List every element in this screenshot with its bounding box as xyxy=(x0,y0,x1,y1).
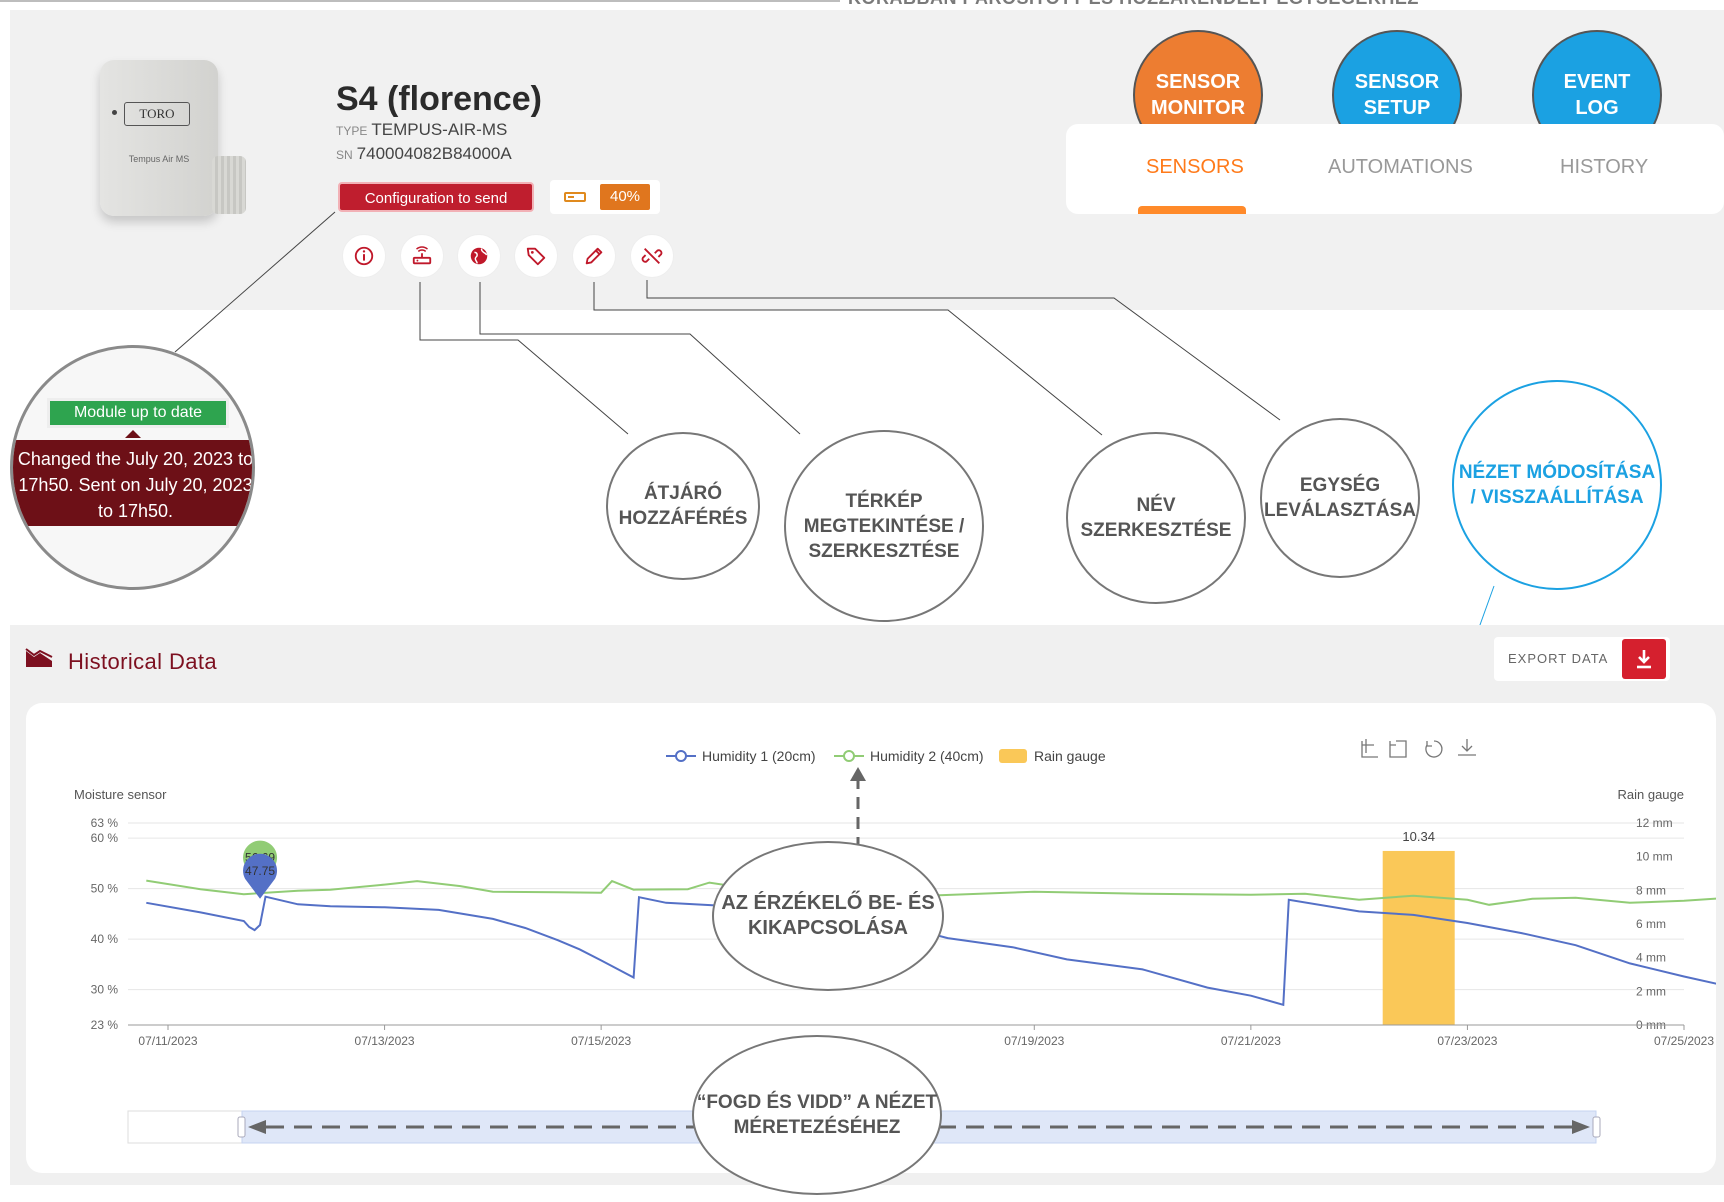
x-tick-label: 07/11/2023 xyxy=(138,1034,197,1048)
x-tick-label: 07/21/2023 xyxy=(1221,1034,1281,1048)
y-right-tick-label: 8 mm xyxy=(1636,883,1666,897)
legend[interactable]: Humidity 1 (20cm) Humidity 2 (40cm) Rain… xyxy=(666,748,1106,764)
y-right-tick-label: 10 mm xyxy=(1636,850,1673,864)
historical-data-title: Historical Data xyxy=(68,649,218,674)
y-left-tick-label: 63 % xyxy=(91,816,119,830)
annotation-name-edit: NÉV SZERKESZTÉSE xyxy=(1066,432,1246,604)
tooltip-text: Changed the July 20, 2023 to 17h50. Sent… xyxy=(13,440,252,526)
legend-marker-rain xyxy=(999,749,1027,763)
y-left-tick-label: 23 % xyxy=(91,1018,119,1032)
legend-humidity-1[interactable]: Humidity 1 (20cm) xyxy=(702,748,816,764)
y-right-tick-label: 6 mm xyxy=(1636,917,1666,931)
tooltip-zoom-bubble: Module up to date Changed the July 20, 2… xyxy=(10,345,255,590)
y-left-axis-title: Moisture sensor xyxy=(74,787,167,802)
y-left-tick-label: 50 % xyxy=(91,882,119,896)
y-right-tick-label: 4 mm xyxy=(1636,951,1666,965)
zoom-back-icon[interactable] xyxy=(1389,740,1407,758)
legend-marker-h2 xyxy=(843,750,855,762)
x-tick-label: 07/25/2023 xyxy=(1654,1034,1714,1048)
export-data-button[interactable] xyxy=(1622,639,1666,679)
download-icon xyxy=(1637,650,1651,669)
historical-data-panel: Historical Data EXPORT DATA 10.34 56.694… xyxy=(10,625,1724,1195)
y-left-tick-label: 40 % xyxy=(91,932,119,946)
x-tick-label: 07/19/2023 xyxy=(1004,1034,1064,1048)
module-status-badge: Module up to date xyxy=(47,398,229,428)
restore-icon[interactable] xyxy=(1425,740,1443,758)
annotation-sensor-toggle: AZ ÉRZÉKELŐ BE- ÉS KIKAPCSOLÁSA xyxy=(712,841,944,991)
rain-bar-label: 10.34 xyxy=(1402,829,1435,844)
rain-gauge-bar xyxy=(1382,850,1455,1025)
annotation-map-view-edit: TÉRKÉP MEGTEKINTÉSE / SZERKESZTÉSE xyxy=(784,430,984,622)
y-left-tick-label: 30 % xyxy=(91,983,119,997)
slider-handle-right[interactable] xyxy=(1592,1116,1601,1138)
y-left-tick-label: 60 % xyxy=(91,831,119,845)
legend-marker-h1 xyxy=(675,750,687,762)
annotation-view-reset: NÉZET MÓDOSÍTÁSA / VISSZAÁLLÍTÁSA xyxy=(1452,380,1662,590)
annotation-unit-unlink: EGYSÉG LEVÁLASZTÁSA xyxy=(1260,418,1420,578)
annotation-gateway-access: ÁTJÁRÓ HOZZÁFÉRÉS xyxy=(606,432,760,580)
x-tick-label: 07/23/2023 xyxy=(1437,1034,1497,1048)
chart-card: 10.34 56.6947.7545.6225.87 Moisture sens… xyxy=(26,703,1716,1195)
zoom-in-icon[interactable] xyxy=(1361,739,1378,758)
y-right-tick-label: 2 mm xyxy=(1636,984,1666,998)
toggle-arrow xyxy=(850,767,866,847)
bar-layer: 10.34 xyxy=(1382,829,1455,1025)
legend-humidity-2[interactable]: Humidity 2 (40cm) xyxy=(870,748,984,764)
legend-rain-gauge[interactable]: Rain gauge xyxy=(1034,748,1106,764)
annotation-drag-resize: “FOGD ÉS VIDD” A NÉZET MÉRETEZÉSÉHEZ xyxy=(692,1035,942,1195)
y-right-axis-title: Rain gauge xyxy=(1618,787,1685,802)
y-right-tick-label: 12 mm xyxy=(1636,816,1673,830)
chart-area-icon xyxy=(25,648,53,667)
export-data-control[interactable]: EXPORT DATA xyxy=(1494,637,1670,681)
save-image-icon[interactable] xyxy=(1458,739,1476,756)
export-data-label[interactable]: EXPORT DATA xyxy=(1508,637,1608,681)
x-tick-label: 07/13/2023 xyxy=(355,1034,415,1048)
tooltip-arrow xyxy=(125,430,141,438)
x-tick-label: 07/15/2023 xyxy=(571,1034,631,1048)
chart-toolbox xyxy=(1361,739,1476,758)
slider-handle-left[interactable] xyxy=(237,1116,246,1138)
pin-label: 47.75 xyxy=(245,864,275,878)
